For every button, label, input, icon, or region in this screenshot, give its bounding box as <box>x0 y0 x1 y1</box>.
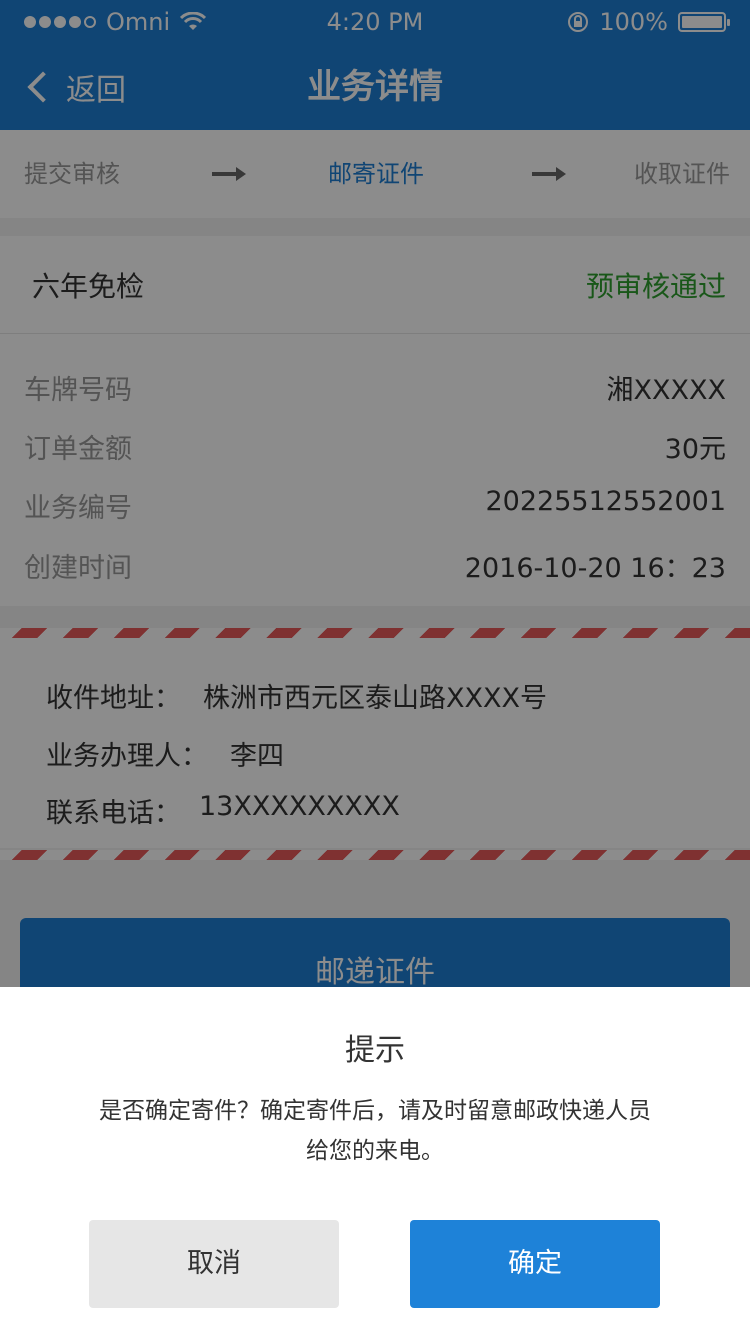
cancel-button[interactable]: 取消 <box>89 1220 339 1308</box>
dialog-title: 提示 <box>345 1033 405 1068</box>
dialog-message: 是否确定寄件？确定寄件后，请及时留意邮政快递人员给您的来电。 <box>99 1098 651 1164</box>
confirm-button[interactable]: 确定 <box>410 1220 660 1308</box>
confirm-dialog: 提示 是否确定寄件？确定寄件后，请及时留意邮政快递人员给您的来电。 取消 确定 <box>0 987 750 1334</box>
